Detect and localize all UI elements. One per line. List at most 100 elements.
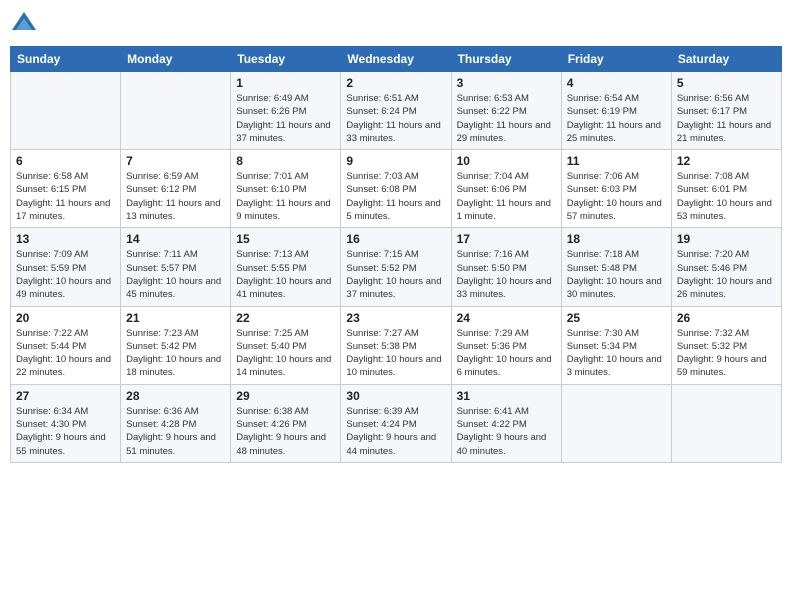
- day-info: Sunrise: 7:16 AM Sunset: 5:50 PM Dayligh…: [457, 248, 556, 301]
- day-number: 14: [126, 232, 225, 246]
- calendar-week-5: 27Sunrise: 6:34 AM Sunset: 4:30 PM Dayli…: [11, 384, 782, 462]
- calendar-header: SundayMondayTuesdayWednesdayThursdayFrid…: [11, 47, 782, 72]
- day-header-friday: Friday: [561, 47, 671, 72]
- day-info: Sunrise: 7:06 AM Sunset: 6:03 PM Dayligh…: [567, 170, 666, 223]
- day-number: 31: [457, 389, 556, 403]
- day-info: Sunrise: 7:03 AM Sunset: 6:08 PM Dayligh…: [346, 170, 445, 223]
- calendar-cell: [121, 72, 231, 150]
- day-number: 2: [346, 76, 445, 90]
- calendar-cell: [671, 384, 781, 462]
- calendar-cell: 18 Sunrise: 7:18 AM Sunset: 5:48 PM Dayli…: [561, 228, 671, 306]
- day-number: 11: [567, 154, 666, 168]
- day-number: 21: [126, 311, 225, 325]
- day-info: Sunrise: 6:58 AM Sunset: 6:15 PM Dayligh…: [16, 170, 115, 223]
- day-info: Sunrise: 7:30 AM Sunset: 5:34 PM Dayligh…: [567, 327, 666, 380]
- day-header-sunday: Sunday: [11, 47, 121, 72]
- day-number: 3: [457, 76, 556, 90]
- calendar-cell: 23Sunrise: 7:27 AM Sunset: 5:38 PM Dayli…: [341, 306, 451, 384]
- day-info: Sunrise: 6:36 AM Sunset: 4:28 PM Dayligh…: [126, 405, 225, 458]
- calendar-week-1: 1 Sunrise: 6:49 AM Sunset: 6:26 PM Daylig…: [11, 72, 782, 150]
- calendar-cell: 22Sunrise: 7:25 AM Sunset: 5:40 PM Dayli…: [231, 306, 341, 384]
- calendar-cell: [11, 72, 121, 150]
- calendar-cell: 13 Sunrise: 7:09 AM Sunset: 5:59 PM Dayli…: [11, 228, 121, 306]
- calendar-cell: 16 Sunrise: 7:15 AM Sunset: 5:52 PM Dayli…: [341, 228, 451, 306]
- day-info: Sunrise: 7:18 AM Sunset: 5:48 PM Dayligh…: [567, 248, 666, 301]
- day-number: 20: [16, 311, 115, 325]
- calendar-cell: 12 Sunrise: 7:08 AM Sunset: 6:01 PM Dayli…: [671, 150, 781, 228]
- day-number: 7: [126, 154, 225, 168]
- logo-icon: [10, 10, 38, 38]
- day-number: 16: [346, 232, 445, 246]
- day-header-thursday: Thursday: [451, 47, 561, 72]
- day-info: Sunrise: 6:41 AM Sunset: 4:22 PM Dayligh…: [457, 405, 556, 458]
- day-info: Sunrise: 6:39 AM Sunset: 4:24 PM Dayligh…: [346, 405, 445, 458]
- day-header-saturday: Saturday: [671, 47, 781, 72]
- calendar-cell: 11 Sunrise: 7:06 AM Sunset: 6:03 PM Dayli…: [561, 150, 671, 228]
- calendar-cell: 24Sunrise: 7:29 AM Sunset: 5:36 PM Dayli…: [451, 306, 561, 384]
- day-number: 13: [16, 232, 115, 246]
- calendar-cell: 27Sunrise: 6:34 AM Sunset: 4:30 PM Dayli…: [11, 384, 121, 462]
- day-number: 19: [677, 232, 776, 246]
- day-number: 12: [677, 154, 776, 168]
- day-info: Sunrise: 6:53 AM Sunset: 6:22 PM Dayligh…: [457, 92, 556, 145]
- calendar-cell: 29Sunrise: 6:38 AM Sunset: 4:26 PM Dayli…: [231, 384, 341, 462]
- calendar-cell: 25 Sunrise: 7:30 AM Sunset: 5:34 PM Dayli…: [561, 306, 671, 384]
- calendar-cell: 10 Sunrise: 7:04 AM Sunset: 6:06 PM Dayli…: [451, 150, 561, 228]
- day-number: 15: [236, 232, 335, 246]
- calendar-cell: 20 Sunrise: 7:22 AM Sunset: 5:44 PM Dayli…: [11, 306, 121, 384]
- day-number: 1: [236, 76, 335, 90]
- calendar-cell: 8 Sunrise: 7:01 AM Sunset: 6:10 PM Daylig…: [231, 150, 341, 228]
- day-info: Sunrise: 6:38 AM Sunset: 4:26 PM Dayligh…: [236, 405, 335, 458]
- calendar-cell: 6 Sunrise: 6:58 AM Sunset: 6:15 PM Daylig…: [11, 150, 121, 228]
- calendar-cell: 31 Sunrise: 6:41 AM Sunset: 4:22 PM Dayli…: [451, 384, 561, 462]
- day-info: Sunrise: 7:22 AM Sunset: 5:44 PM Dayligh…: [16, 327, 115, 380]
- day-number: 10: [457, 154, 556, 168]
- day-info: Sunrise: 7:01 AM Sunset: 6:10 PM Dayligh…: [236, 170, 335, 223]
- calendar-cell: 3 Sunrise: 6:53 AM Sunset: 6:22 PM Daylig…: [451, 72, 561, 150]
- day-info: Sunrise: 7:09 AM Sunset: 5:59 PM Dayligh…: [16, 248, 115, 301]
- calendar-cell: [561, 384, 671, 462]
- calendar-cell: 1 Sunrise: 6:49 AM Sunset: 6:26 PM Daylig…: [231, 72, 341, 150]
- day-number: 6: [16, 154, 115, 168]
- calendar-cell: 26 Sunrise: 7:32 AM Sunset: 5:32 PM Dayli…: [671, 306, 781, 384]
- day-number: 26: [677, 311, 776, 325]
- calendar-cell: 21 Sunrise: 7:23 AM Sunset: 5:42 PM Dayli…: [121, 306, 231, 384]
- day-number: 30: [346, 389, 445, 403]
- day-info: Sunrise: 6:56 AM Sunset: 6:17 PM Dayligh…: [677, 92, 776, 145]
- day-info: Sunrise: 7:04 AM Sunset: 6:06 PM Dayligh…: [457, 170, 556, 223]
- day-number: 5: [677, 76, 776, 90]
- calendar-cell: 15Sunrise: 7:13 AM Sunset: 5:55 PM Dayli…: [231, 228, 341, 306]
- day-header-tuesday: Tuesday: [231, 47, 341, 72]
- day-info: Sunrise: 7:15 AM Sunset: 5:52 PM Dayligh…: [346, 248, 445, 301]
- calendar-cell: 17 Sunrise: 7:16 AM Sunset: 5:50 PM Dayli…: [451, 228, 561, 306]
- calendar-cell: 7 Sunrise: 6:59 AM Sunset: 6:12 PM Daylig…: [121, 150, 231, 228]
- day-info: Sunrise: 7:23 AM Sunset: 5:42 PM Dayligh…: [126, 327, 225, 380]
- day-info: Sunrise: 7:08 AM Sunset: 6:01 PM Dayligh…: [677, 170, 776, 223]
- calendar-cell: 5 Sunrise: 6:56 AM Sunset: 6:17 PM Daylig…: [671, 72, 781, 150]
- day-number: 17: [457, 232, 556, 246]
- day-number: 18: [567, 232, 666, 246]
- day-number: 8: [236, 154, 335, 168]
- day-number: 28: [126, 389, 225, 403]
- day-info: Sunrise: 7:25 AM Sunset: 5:40 PM Dayligh…: [236, 327, 335, 380]
- day-info: Sunrise: 7:27 AM Sunset: 5:38 PM Dayligh…: [346, 327, 445, 380]
- day-info: Sunrise: 7:11 AM Sunset: 5:57 PM Dayligh…: [126, 248, 225, 301]
- day-info: Sunrise: 7:29 AM Sunset: 5:36 PM Dayligh…: [457, 327, 556, 380]
- calendar-cell: 19 Sunrise: 7:20 AM Sunset: 5:46 PM Dayli…: [671, 228, 781, 306]
- day-number: 25: [567, 311, 666, 325]
- calendar-cell: 4Sunrise: 6:54 AM Sunset: 6:19 PM Daylig…: [561, 72, 671, 150]
- day-info: Sunrise: 7:32 AM Sunset: 5:32 PM Dayligh…: [677, 327, 776, 380]
- calendar-cell: 28 Sunrise: 6:36 AM Sunset: 4:28 PM Dayli…: [121, 384, 231, 462]
- calendar-week-2: 6 Sunrise: 6:58 AM Sunset: 6:15 PM Daylig…: [11, 150, 782, 228]
- calendar-table: SundayMondayTuesdayWednesdayThursdayFrid…: [10, 46, 782, 463]
- calendar-week-4: 20 Sunrise: 7:22 AM Sunset: 5:44 PM Dayli…: [11, 306, 782, 384]
- day-info: Sunrise: 6:54 AM Sunset: 6:19 PM Dayligh…: [567, 92, 666, 145]
- day-info: Sunrise: 6:51 AM Sunset: 6:24 PM Dayligh…: [346, 92, 445, 145]
- calendar-cell: 30 Sunrise: 6:39 AM Sunset: 4:24 PM Dayli…: [341, 384, 451, 462]
- calendar-cell: 2 Sunrise: 6:51 AM Sunset: 6:24 PM Daylig…: [341, 72, 451, 150]
- day-info: Sunrise: 6:49 AM Sunset: 6:26 PM Dayligh…: [236, 92, 335, 145]
- day-info: Sunrise: 6:59 AM Sunset: 6:12 PM Dayligh…: [126, 170, 225, 223]
- logo: [10, 10, 42, 38]
- calendar-cell: 14 Sunrise: 7:11 AM Sunset: 5:57 PM Dayli…: [121, 228, 231, 306]
- day-info: Sunrise: 7:20 AM Sunset: 5:46 PM Dayligh…: [677, 248, 776, 301]
